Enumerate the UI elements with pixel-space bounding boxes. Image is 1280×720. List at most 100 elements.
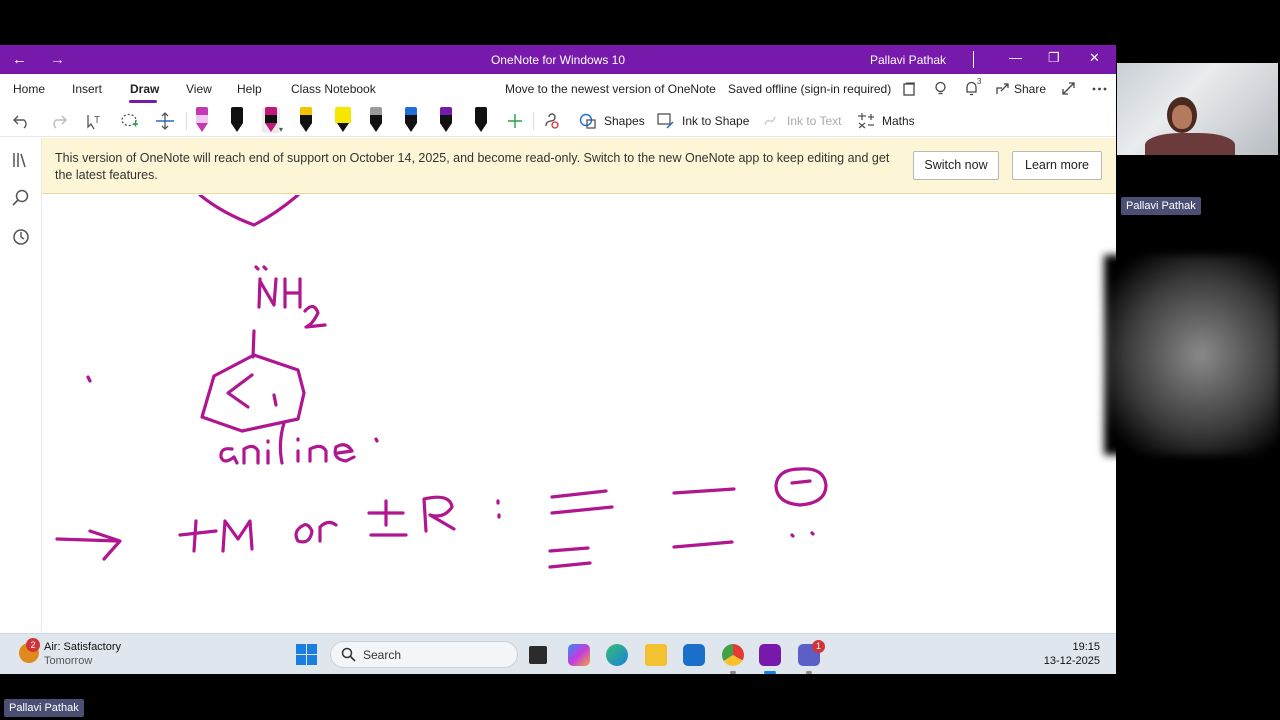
tab-view[interactable]: View (186, 82, 212, 96)
shapes-icon[interactable] (579, 113, 597, 129)
ink-bond-line (251, 329, 256, 359)
app-title: OneNote for Windows 10 (490, 53, 626, 67)
minimize-icon[interactable]: — (1009, 50, 1022, 65)
ink-to-text-button[interactable]: Ink to Text (787, 114, 841, 128)
ink-n-right (258, 277, 278, 307)
pen-tool-black-2[interactable] (472, 107, 490, 133)
ink-double-bond-bottom (548, 546, 592, 569)
toolbar-separator (533, 112, 534, 130)
tab-help[interactable]: Help (237, 82, 262, 96)
ink-replay-icon[interactable] (543, 112, 561, 130)
account-name[interactable]: Pallavi Pathak (870, 53, 946, 67)
recent-notes-clock-icon[interactable] (11, 227, 31, 247)
pen-tool-yellow[interactable] (297, 107, 315, 133)
svg-text:T: T (94, 115, 100, 126)
type-select-icon[interactable]: T (85, 112, 105, 130)
ink-charge-circle (774, 467, 828, 507)
outlook-icon[interactable] (683, 644, 705, 666)
notebook-icon[interactable] (902, 82, 916, 96)
weather-subtitle: Tomorrow (44, 655, 93, 667)
windows-taskbar: 2 Air: Satisfactory Tomorrow Search 1 19… (0, 633, 1116, 674)
tab-class-notebook[interactable]: Class Notebook (291, 82, 376, 96)
teams-notification-badge: 1 (812, 640, 825, 653)
share-button[interactable]: Share (1014, 82, 1046, 96)
restore-icon[interactable]: ❐ (1048, 50, 1060, 66)
weather-title[interactable]: Air: Satisfactory (44, 641, 121, 653)
ink-lone-pair-dots (254, 265, 268, 271)
ink-letter-r (422, 495, 456, 533)
ink-double-bond-top (550, 489, 614, 515)
task-view-icon[interactable] (529, 646, 547, 664)
ink-colon (496, 499, 501, 519)
participant-face (1172, 105, 1192, 129)
pen-tool-blue[interactable] (402, 107, 420, 133)
maths-icon[interactable] (857, 113, 875, 129)
learn-more-button[interactable]: Learn more (1012, 151, 1102, 180)
ink-inner-mark (272, 393, 278, 407)
ink-single-bond-top (672, 487, 736, 495)
page-canvas[interactable] (42, 195, 1116, 633)
participant-body (1145, 133, 1235, 155)
title-separator (973, 51, 974, 68)
ink-inner-bond (226, 373, 254, 409)
switch-now-button[interactable]: Switch now (913, 151, 999, 180)
windows-start-icon[interactable] (296, 644, 317, 665)
file-explorer-icon[interactable] (645, 644, 667, 666)
taskbar-search[interactable]: Search (330, 641, 518, 668)
pen-tool-pink[interactable] (193, 107, 211, 133)
ink-stray-dot (86, 375, 92, 383)
pencil-tool-gray[interactable] (367, 107, 385, 133)
chrome-running-indicator (730, 671, 736, 674)
share-icon[interactable] (996, 82, 1010, 95)
search-icon (341, 647, 356, 662)
copilot-icon[interactable] (568, 644, 590, 666)
pen-tool-magenta-selected[interactable] (262, 107, 280, 133)
pen-tool-black[interactable] (228, 107, 246, 133)
ink-ring-fragment (198, 195, 300, 227)
redo-icon[interactable] (49, 113, 67, 129)
ribbon-tabs: Home Insert Draw View Help Class Noteboo… (0, 74, 1116, 103)
sync-status: Saved offline (sign-in required) (728, 82, 892, 96)
undo-icon[interactable] (13, 113, 31, 129)
ink-benzene-ring (200, 353, 306, 433)
ink-plus-minus-sign (367, 499, 408, 537)
tab-insert[interactable]: Insert (72, 82, 102, 96)
toolbar-separator (186, 112, 187, 130)
ink-to-shape-icon[interactable] (657, 113, 675, 129)
participant-video[interactable] (1117, 63, 1278, 155)
fullscreen-icon[interactable] (1062, 82, 1075, 95)
ink-arrow-shaft (55, 537, 120, 543)
draw-toolbar: T ▾ Shapes Ink to Shape Ink to Text Math… (0, 103, 1116, 137)
presenter-name-tag: Pallavi Pathak (4, 699, 84, 717)
ink-letter-r-small (318, 520, 338, 543)
add-pen-icon[interactable] (507, 113, 523, 129)
ink-arrow-head (88, 529, 122, 561)
add-space-icon[interactable] (155, 112, 175, 130)
lasso-select-icon[interactable] (120, 112, 140, 130)
pen-tool-purple[interactable] (437, 107, 455, 133)
highlighter-tool-yellow[interactable] (332, 107, 354, 133)
tab-home[interactable]: Home (13, 82, 45, 96)
edge-browser-icon[interactable] (606, 644, 628, 666)
chrome-browser-icon[interactable] (722, 644, 744, 666)
clock-date[interactable]: 13-12-2025 (1030, 655, 1100, 667)
pen-options-chevron-icon[interactable]: ▾ (279, 125, 283, 134)
weather-alert-badge: 2 (26, 638, 40, 652)
ink-to-text-icon[interactable] (763, 113, 781, 129)
screen: ← → OneNote for Windows 10 Pallavi Patha… (0, 0, 1280, 720)
end-of-support-banner: This version of OneNote will reach end o… (42, 138, 1116, 194)
notebooks-icon[interactable] (11, 150, 31, 170)
onenote-app-icon[interactable] (759, 644, 781, 666)
search-icon[interactable] (11, 188, 31, 208)
close-icon[interactable]: ✕ (1089, 50, 1100, 66)
shapes-button[interactable]: Shapes (604, 114, 645, 128)
more-options-icon[interactable] (1092, 87, 1107, 91)
upgrade-link[interactable]: Move to the newest version of OneNote (505, 82, 716, 96)
ink-to-shape-button[interactable]: Ink to Shape (682, 114, 749, 128)
search-placeholder: Search (363, 648, 402, 662)
maths-button[interactable]: Maths (882, 114, 915, 128)
clock-time[interactable]: 19:15 (1040, 641, 1100, 653)
ink-letter-a (219, 447, 239, 465)
tab-draw[interactable]: Draw (130, 82, 159, 96)
lightbulb-icon[interactable] (934, 81, 947, 97)
